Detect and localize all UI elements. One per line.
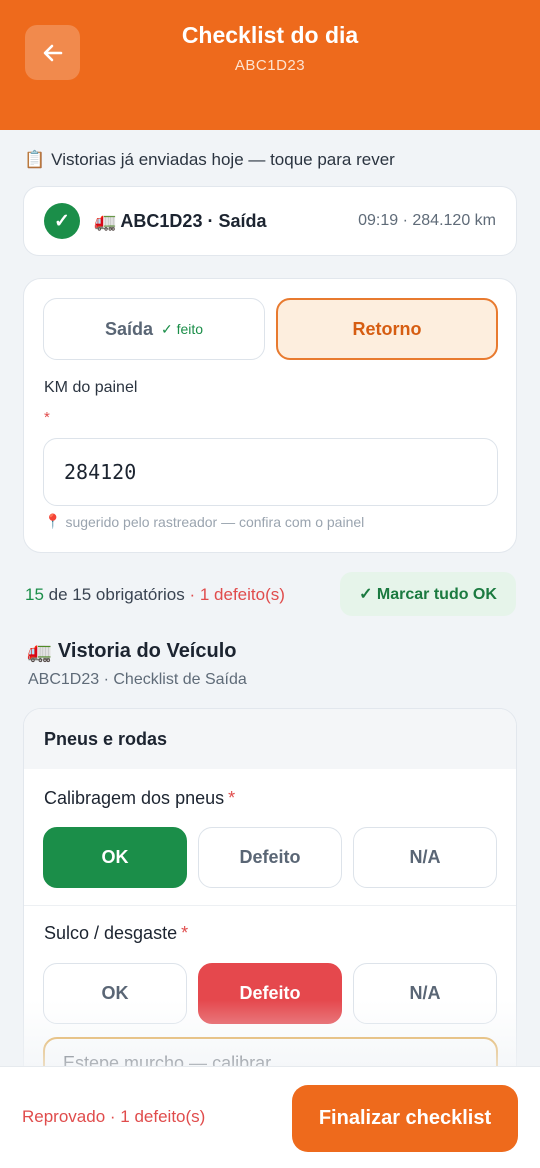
checklist-status: Reprovado · 1 defeito(s) xyxy=(22,1107,206,1126)
check-icon: ✓ xyxy=(44,203,80,239)
km-hint-text: sugerido pelo rastreador — confira com o… xyxy=(65,513,365,530)
sent-inspection-meta: 09:19 · 284.120 km xyxy=(358,212,496,229)
inspection-title: 🚛 Vistoria do Veículo xyxy=(27,639,236,664)
item-divider xyxy=(24,905,516,906)
item-label-text: Calibragem dos pneus xyxy=(44,788,225,808)
option-ok-sulco[interactable]: OK xyxy=(43,963,187,1024)
mark-all-ok-button[interactable]: ✓ Marcar tudo OK xyxy=(340,572,516,616)
progress-defects: · 1 defeito(s) xyxy=(184,585,285,604)
item-label-text: Sulco / desgaste xyxy=(44,923,178,943)
app-header: Checklist do dia ABC1D23 xyxy=(0,0,540,130)
sent-inspection-title: 🚛 ABC1D23 · Saída xyxy=(94,211,266,232)
required-mark: * xyxy=(228,788,236,808)
option-na-calibragem[interactable]: N/A xyxy=(353,827,497,888)
finish-checklist-button[interactable]: Finalizar checklist xyxy=(292,1085,518,1152)
option-defeito-calibragem[interactable]: Defeito xyxy=(198,827,342,888)
sent-inspection-name: ABC1D23 · Saída xyxy=(120,210,267,231)
vehicle-plate: ABC1D23 xyxy=(234,57,306,74)
required-mark: * xyxy=(181,923,189,943)
progress-done-count: 15 xyxy=(25,585,44,604)
segment-retorno[interactable]: Retorno xyxy=(276,298,498,360)
km-card: Saída ✓ feito Retorno KM do painel * 284… xyxy=(23,278,517,553)
inspection-subtitle: ABC1D23 · Checklist de Saída xyxy=(28,671,247,688)
footer-bar: Reprovado · 1 defeito(s) Finalizar check… xyxy=(0,1066,540,1168)
km-hint: 📍 sugerido pelo rastreador — confira com… xyxy=(44,513,364,530)
truck-icon: 🚛 xyxy=(94,210,117,231)
km-input[interactable]: 284120 xyxy=(43,438,498,506)
pin-icon: 📍 xyxy=(44,513,62,529)
km-input-value: 284120 xyxy=(64,460,137,484)
clipboard-icon: 📋 xyxy=(24,150,46,169)
page-title: Checklist do dia xyxy=(181,22,359,48)
group-title: Pneus e rodas xyxy=(24,709,516,769)
segment-saida-label: Saída xyxy=(104,318,153,339)
progress-summary: 15 de 15 obrigatórios · 1 defeito(s) xyxy=(25,585,285,605)
segment-retorno-label: Retorno xyxy=(352,318,422,339)
sent-section-text: Vistorias já enviadas hoje — toque para … xyxy=(51,150,395,169)
progress-total-text: de 15 obrigatórios xyxy=(43,585,185,604)
option-na-sulco[interactable]: N/A xyxy=(353,963,497,1024)
sent-inspection-card[interactable]: ✓ 🚛 ABC1D23 · Saída 09:19 · 284.120 km xyxy=(23,186,517,256)
inspection-title-text: Vistoria do Veículo xyxy=(57,640,237,662)
option-defeito-sulco[interactable]: Defeito xyxy=(198,963,342,1024)
truck-icon: 🚛 xyxy=(27,641,52,663)
segment-saida-done: ✓ feito xyxy=(160,320,204,337)
item-label-sulco: Sulco / desgaste * xyxy=(44,923,188,944)
km-required-mark: * xyxy=(44,409,50,426)
sent-section-label: 📋 Vistorias já enviadas hoje — toque par… xyxy=(24,150,395,170)
segment-saida[interactable]: Saída ✓ feito xyxy=(43,298,265,360)
item-label-calibragem: Calibragem dos pneus * xyxy=(44,788,235,809)
option-ok-calibragem[interactable]: OK xyxy=(43,827,187,888)
km-label: KM do painel xyxy=(44,379,138,396)
